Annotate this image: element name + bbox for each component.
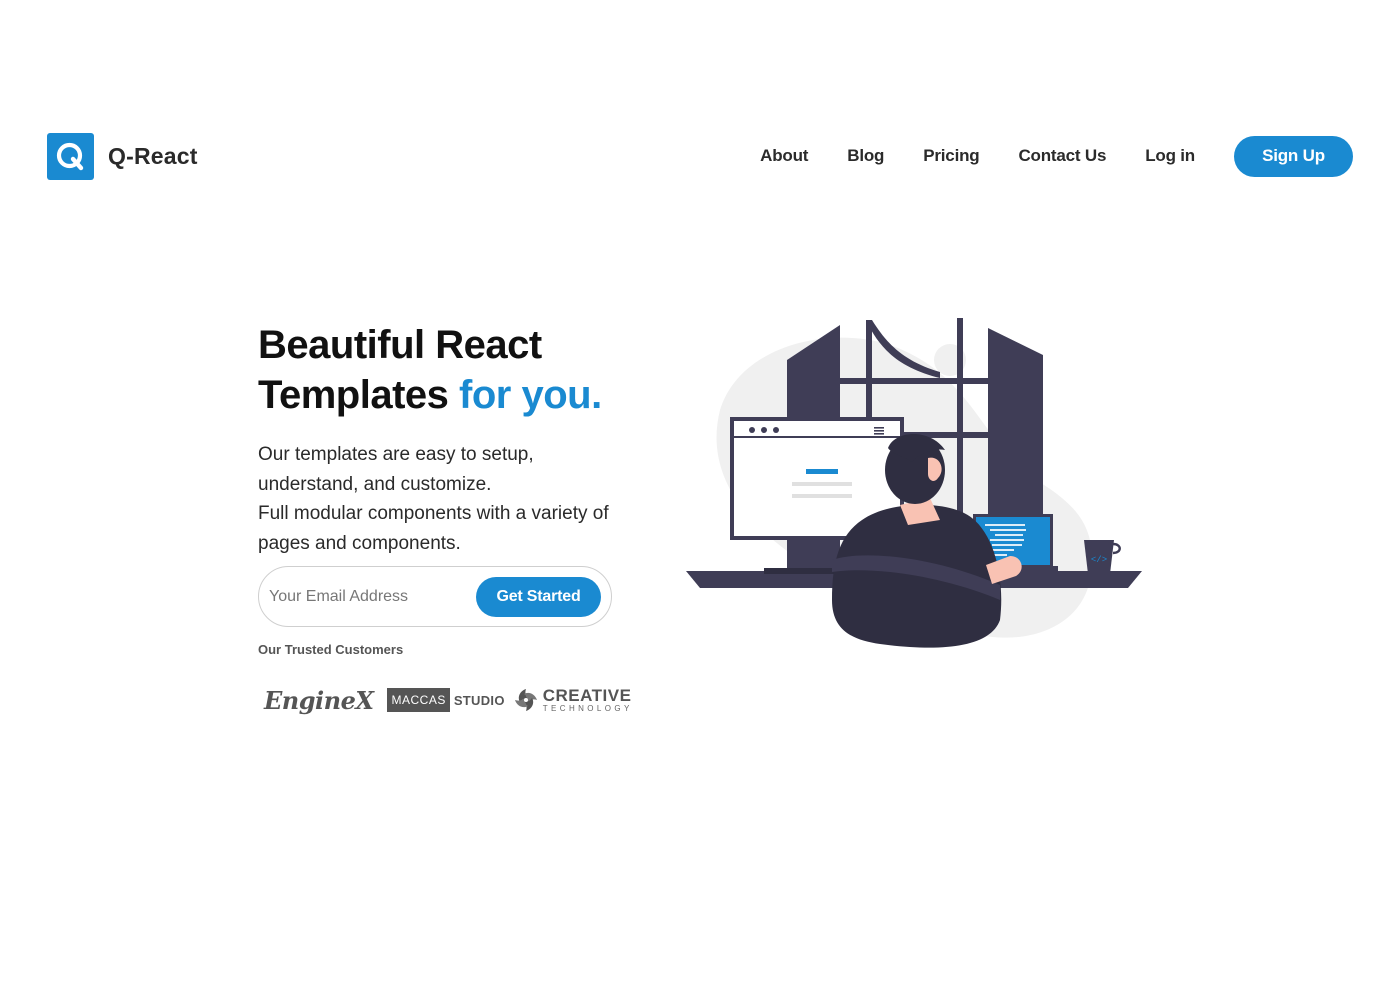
- maccas-box: MACCAS: [387, 688, 450, 712]
- developer-at-desk-illustration: </>: [686, 318, 1142, 648]
- sign-up-button[interactable]: Sign Up: [1234, 135, 1353, 177]
- customer-logos: EngineX MACCAS STUDIO CREATIVE TECHNOLOG…: [264, 680, 633, 720]
- enginex-logo: EngineX: [264, 685, 374, 715]
- main-nav: About Blog Pricing Contact Us Log in Sig…: [721, 135, 1353, 177]
- nav-blog[interactable]: Blog: [847, 146, 884, 166]
- get-started-button[interactable]: Get Started: [476, 576, 601, 617]
- headline-line-2: Templates: [258, 373, 449, 417]
- headline-line-1: Beautiful React: [258, 323, 542, 367]
- hero-headline: Beautiful React Templates for you.: [258, 320, 628, 420]
- nav-about[interactable]: About: [760, 146, 808, 166]
- nav-contact-us[interactable]: Contact Us: [1018, 146, 1106, 166]
- hero-description: Our templates are easy to setup, underst…: [258, 440, 618, 558]
- description-line-1: Our templates are easy to setup, underst…: [258, 444, 534, 495]
- q-logo-glyph: [56, 142, 84, 170]
- email-input[interactable]: [259, 576, 476, 617]
- description-line-2: Full modular components with a variety o…: [258, 503, 609, 554]
- creative-title: CREATIVE: [542, 686, 632, 705]
- maccas-studio-text: STUDIO: [453, 692, 505, 708]
- nav-pricing[interactable]: Pricing: [923, 146, 979, 166]
- brand-name: Q-React: [108, 142, 198, 169]
- headline-accent: for you.: [459, 373, 602, 417]
- swirl-icon: [514, 689, 537, 711]
- creative-technology-logo: CREATIVE TECHNOLOGY: [511, 685, 633, 715]
- brand-link[interactable]: Q-React: [47, 132, 198, 180]
- maccas-studio-logo: MACCAS STUDIO: [387, 688, 504, 712]
- site-header: Q-React About Blog Pricing Contact Us Lo…: [47, 132, 1353, 180]
- q-logo-icon: [47, 132, 94, 180]
- email-signup-form: Get Started: [258, 566, 612, 627]
- landing-page: Q-React About Blog Pricing Contact Us Lo…: [0, 0, 1400, 1000]
- svg-text:</>: </>: [1091, 555, 1107, 565]
- trusted-customers-label: Our Trusted Customers: [258, 642, 404, 657]
- hero-section: Beautiful React Templates for you. Our t…: [258, 320, 628, 558]
- nav-log-in[interactable]: Log in: [1145, 146, 1195, 166]
- creative-subtitle: TECHNOLOGY: [542, 704, 633, 713]
